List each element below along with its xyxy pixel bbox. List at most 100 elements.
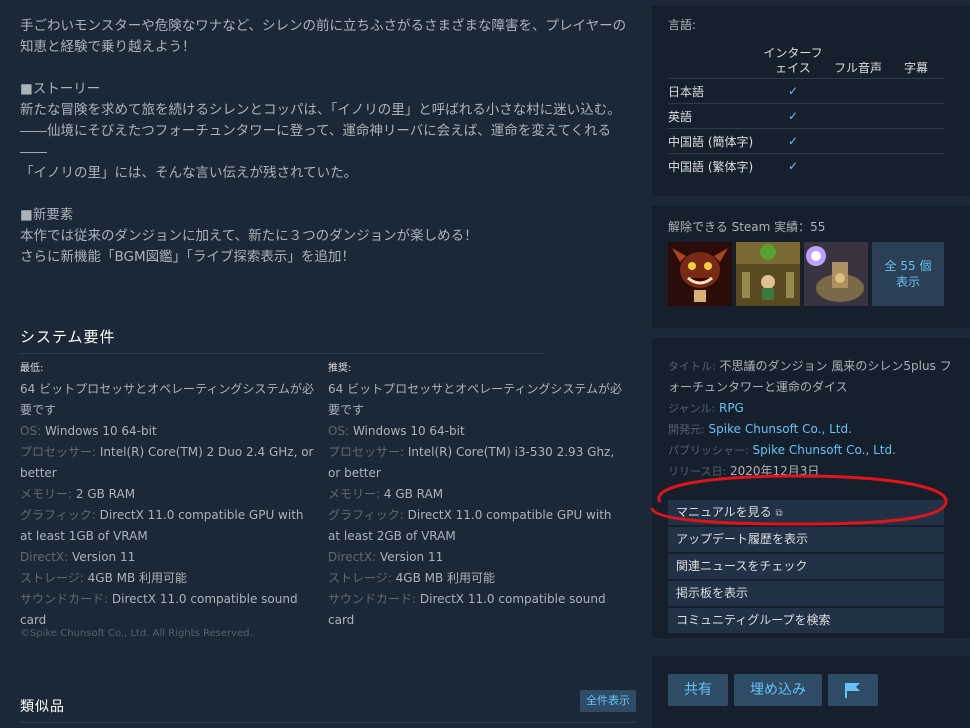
sysreq-key: プロセッサー: bbox=[328, 445, 405, 459]
sysreq-item: ストレージ: 4GB MB 利用可能 bbox=[328, 568, 624, 589]
achievement-icon-tower[interactable] bbox=[804, 242, 868, 306]
language-support-check bbox=[888, 78, 944, 104]
description-text: 手ごわいモンスターや危険なワナなど、シレンの前に立ちふさがるさまざまな障害を、プ… bbox=[20, 16, 636, 268]
language-row: 英語 ✓ bbox=[668, 103, 944, 129]
language-support-check: ✓ bbox=[758, 128, 828, 154]
description-line bbox=[20, 184, 636, 205]
info-title-key: タイトル: bbox=[668, 360, 716, 373]
sysreq-key: OS: bbox=[328, 424, 350, 438]
language-row: 中国語 (簡体字) ✓ bbox=[668, 128, 944, 154]
language-name: 中国語 (繁体字) bbox=[668, 153, 758, 179]
sysreq-key: ストレージ: bbox=[20, 571, 84, 585]
language-support-check bbox=[828, 78, 888, 104]
sysreq-item: OS: Windows 10 64-bit bbox=[328, 421, 624, 442]
description-line: さらに新機能「BGM図鑑」「ライブ探索表示」を追加！ bbox=[20, 249, 355, 265]
sysreq-value: 4GB MB 利用可能 bbox=[87, 571, 188, 585]
info-publisher-key: パブリッシャー: bbox=[668, 444, 749, 457]
language-support-check: ✓ bbox=[758, 153, 828, 179]
copyright: ©Spike Chunsoft Co., Ltd. All Rights Res… bbox=[20, 628, 253, 639]
description-line: 「イノリの里」には、そんな言い伝えが残されていた。 bbox=[20, 165, 358, 181]
similar-title: 類似品 bbox=[20, 696, 636, 723]
report-flag-button[interactable] bbox=[828, 674, 878, 706]
sysreq-value: Version 11 bbox=[72, 550, 136, 564]
share-panel: 共有 埋め込み bbox=[652, 656, 970, 728]
description-line: ――仙境にそびえたつフォーチュンタワーに登って、運命神リーバに会えば、運命を変え… bbox=[20, 123, 612, 160]
info-developer-key: 開発元: bbox=[668, 423, 705, 436]
discussions-button[interactable]: 掲示板を表示 bbox=[668, 581, 944, 606]
sysreq-key: プロセッサー: bbox=[20, 445, 97, 459]
sysreq-key: DirectX: bbox=[328, 550, 377, 564]
sysreq-item: プロセッサー: Intel(R) Core(TM) i3-530 2.93 Gh… bbox=[328, 442, 624, 484]
sysreq-item: グラフィック: DirectX 11.0 compatible GPU with… bbox=[20, 505, 316, 547]
achievements-show-all[interactable]: 全 55 個 表示 bbox=[872, 242, 944, 306]
description-line: ■ストーリー bbox=[20, 81, 101, 97]
sysreq-value: 4 GB RAM bbox=[383, 487, 444, 501]
sysreq-item: メモリー: 4 GB RAM bbox=[328, 484, 624, 505]
share-button[interactable]: 共有 bbox=[668, 674, 728, 706]
info-genre-link[interactable]: RPG bbox=[719, 401, 744, 415]
sysreq-item: グラフィック: DirectX 11.0 compatible GPU with… bbox=[328, 505, 624, 547]
update-history-button[interactable]: アップデート履歴を表示 bbox=[668, 527, 944, 552]
sysreq-key: メモリー: bbox=[328, 487, 381, 501]
description-line: 本作では従来のダンジョンに加えて、新たに３つのダンジョンが楽しめる！ bbox=[20, 228, 478, 244]
sysreq-item: OS: Windows 10 64-bit bbox=[20, 421, 316, 442]
sysreq-value: Version 11 bbox=[380, 550, 444, 564]
language-support-check bbox=[888, 103, 944, 129]
sysreq-item: DirectX: Version 11 bbox=[328, 547, 624, 568]
sysreq-key: サウンドカード: bbox=[20, 592, 109, 606]
sysreq-value: Windows 10 64-bit bbox=[352, 424, 465, 438]
language-support-check bbox=[888, 153, 944, 179]
sysreq-item: DirectX: Version 11 bbox=[20, 547, 316, 568]
sysreq-recommended-heading: 推奨: bbox=[328, 363, 352, 374]
sysreq-value: Windows 10 64-bit bbox=[44, 424, 157, 438]
sysreq-item: プロセッサー: Intel(R) Core(TM) 2 Duo 2.4 GHz,… bbox=[20, 442, 316, 484]
language-name: 英語 bbox=[668, 103, 758, 129]
description-line: 手ごわいモンスターや危険なワナなど、シレンの前に立ちふさがるさまざまな障害を、プ… bbox=[20, 18, 627, 55]
achievement-icon-monster[interactable] bbox=[668, 242, 732, 306]
sysreq-item: ストレージ: 4GB MB 利用可能 bbox=[20, 568, 316, 589]
language-row: 日本語 ✓ bbox=[668, 78, 944, 104]
annotation-circle bbox=[650, 474, 948, 526]
lang-header-interface: インターフェイス bbox=[763, 46, 823, 75]
sysreq-item: 64 ビットプロセッサとオペレーティングシステムが必要です bbox=[328, 379, 624, 421]
show-all-button[interactable]: 全件表示 bbox=[580, 690, 636, 712]
language-support-check bbox=[828, 128, 888, 154]
language-support-check bbox=[828, 103, 888, 129]
sysreq-value: 2 GB RAM bbox=[75, 487, 136, 501]
lang-header-audio: フル音声 bbox=[833, 61, 882, 75]
sysreq-minimum: 最低: 64 ビットプロセッサとオペレーティングシステムが必要です OS: Win… bbox=[20, 362, 316, 631]
language-support-check: ✓ bbox=[758, 78, 828, 104]
sysreq-key: OS: bbox=[20, 424, 42, 438]
sysreq-key: グラフィック: bbox=[328, 508, 404, 522]
sysreq-item: 64 ビットプロセッサとオペレーティングシステムが必要です bbox=[20, 379, 316, 421]
language-name: 中国語 (簡体字) bbox=[668, 128, 758, 154]
description-line: 新たな冒険を求めて旅を続けるシレンとコッパは、「イノリの里」と呼ばれる小さな村に… bbox=[20, 102, 621, 118]
achievement-icon-character[interactable] bbox=[736, 242, 800, 306]
info-developer-link[interactable]: Spike Chunsoft Co., Ltd. bbox=[709, 422, 852, 436]
info-genre-key: ジャンル: bbox=[668, 402, 716, 415]
community-groups-button[interactable]: コミュニティグループを検索 bbox=[668, 608, 944, 633]
description-line bbox=[20, 58, 636, 79]
sysreq-value: 64 ビットプロセッサとオペレーティングシステムが必要です bbox=[328, 382, 623, 417]
description-line: ■新要素 bbox=[20, 207, 74, 223]
sysreq-recommended: 推奨: 64 ビットプロセッサとオペレーティングシステムが必要です OS: Win… bbox=[328, 362, 624, 631]
sysreq-item: メモリー: 2 GB RAM bbox=[20, 484, 316, 505]
sysreq-value: 64 ビットプロセッサとオペレーティングシステムが必要です bbox=[20, 382, 315, 417]
sysreq-key: DirectX: bbox=[20, 550, 69, 564]
sysreq-item: サウンドカード: DirectX 11.0 compatible sound c… bbox=[20, 589, 316, 631]
sysreq-key: メモリー: bbox=[20, 487, 73, 501]
achievements-more-label: 表示 bbox=[895, 275, 920, 289]
language-support-check bbox=[828, 153, 888, 179]
info-publisher-link[interactable]: Spike Chunsoft Co., Ltd. bbox=[753, 443, 896, 457]
sysreq-value: 4GB MB 利用可能 bbox=[395, 571, 496, 585]
achievements-panel: 解除できる Steam 実績：55 全 55 個 表示 bbox=[652, 206, 970, 328]
sysreq-minimum-heading: 最低: bbox=[20, 363, 44, 374]
related-news-button[interactable]: 関連ニュースをチェック bbox=[668, 554, 944, 579]
sysreq-key: サウンドカード: bbox=[328, 592, 417, 606]
sysreq-title: システム要件 bbox=[20, 326, 544, 354]
embed-button[interactable]: 埋め込み bbox=[734, 674, 822, 706]
languages-table: インターフェイス フル音声 字幕 日本語 ✓ 英語 ✓ 中国語 (簡体字) ✓ 中国語 (繁… bbox=[668, 46, 944, 179]
achievements-label: 解除できる Steam 実績：55 bbox=[668, 220, 826, 234]
language-name: 日本語 bbox=[668, 78, 758, 104]
language-support-check: ✓ bbox=[758, 103, 828, 129]
